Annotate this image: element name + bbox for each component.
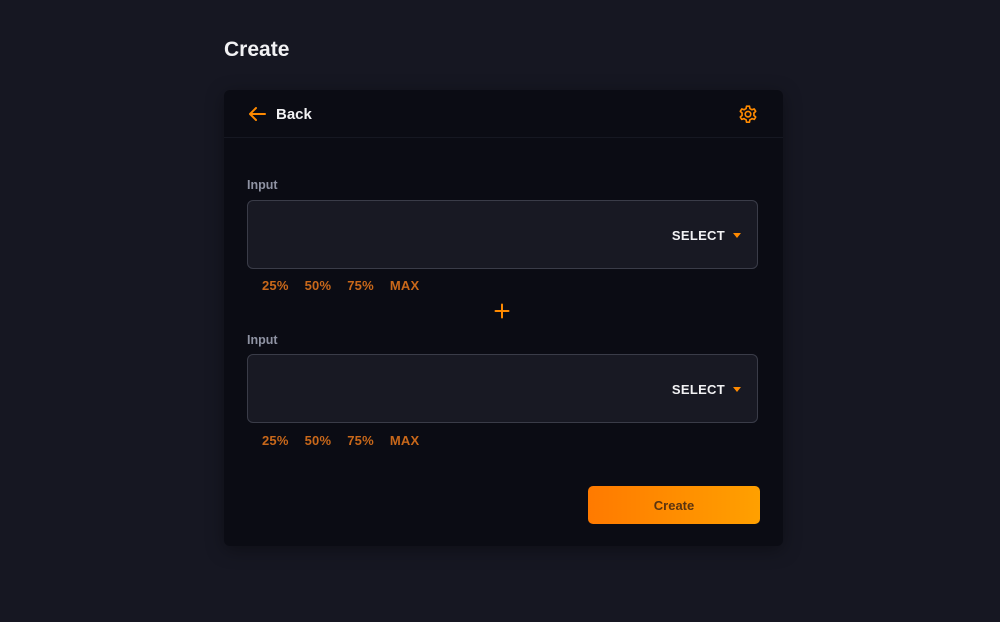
amount-input[interactable]: [262, 201, 646, 270]
chevron-down-icon: [733, 232, 741, 238]
amount-input[interactable]: [262, 355, 646, 424]
create-button[interactable]: Create: [588, 486, 760, 524]
input-label: Input: [247, 333, 278, 347]
chevron-down-icon: [733, 386, 741, 392]
select-label: SELECT: [671, 381, 725, 397]
settings-button[interactable]: [737, 103, 759, 125]
amount-input-box: SELECT: [247, 354, 758, 424]
percent-max-button[interactable]: MAX: [390, 278, 420, 293]
percent-75-button[interactable]: 75%: [347, 433, 374, 448]
percent-options: 25% 50% 75% MAX: [262, 433, 435, 448]
percent-75-button[interactable]: 75%: [347, 278, 374, 293]
percent-50-button[interactable]: 50%: [305, 433, 332, 448]
token-select-button[interactable]: SELECT: [672, 226, 741, 244]
input-label: Input: [247, 178, 278, 192]
percent-options: 25% 50% 75% MAX: [262, 278, 435, 293]
percent-25-button[interactable]: 25%: [262, 278, 289, 293]
plus-icon: [494, 303, 510, 319]
page-title: Create: [224, 38, 290, 61]
percent-max-button[interactable]: MAX: [390, 433, 420, 448]
percent-50-button[interactable]: 50%: [305, 278, 332, 293]
token-select-button[interactable]: SELECT: [672, 380, 741, 398]
back-label: Back: [276, 105, 312, 123]
arrow-left-icon: [248, 106, 266, 122]
percent-25-button[interactable]: 25%: [262, 433, 289, 448]
create-card: Back Input SELECT 25% 50% 75% MAX Input …: [224, 90, 783, 546]
amount-input-box: SELECT: [247, 200, 758, 270]
back-button[interactable]: Back: [248, 102, 312, 126]
card-header: Back: [224, 90, 783, 138]
gear-icon: [737, 105, 759, 129]
select-label: SELECT: [671, 227, 725, 243]
